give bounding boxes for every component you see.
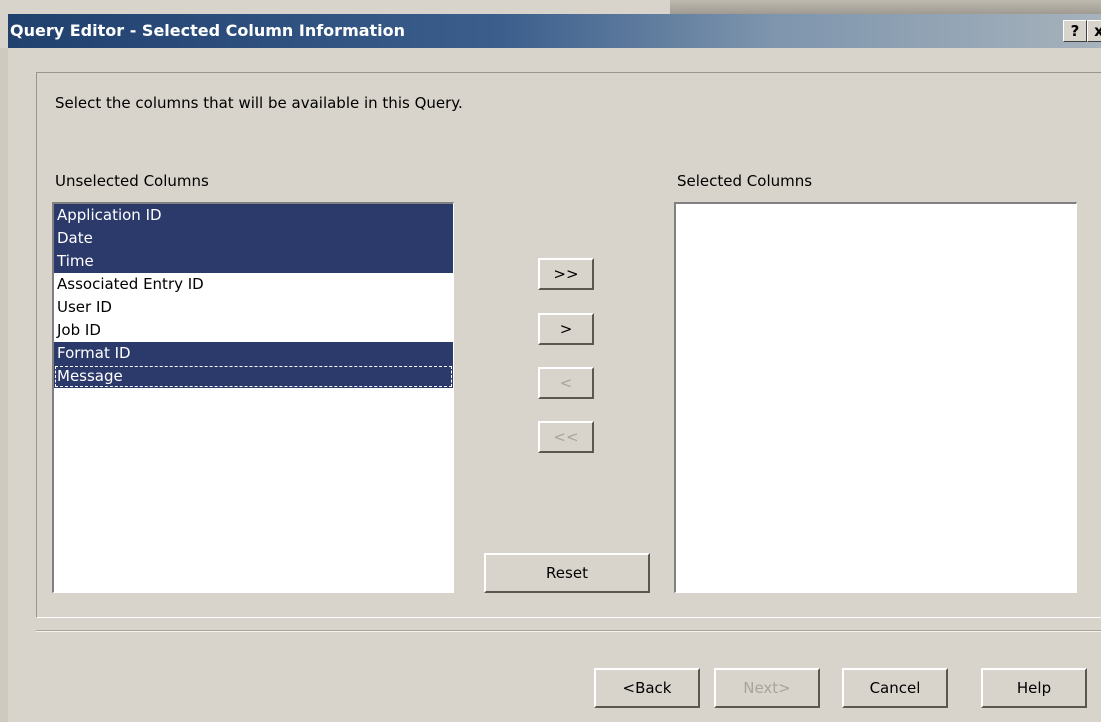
background-window-edge — [670, 0, 1101, 14]
remove-button[interactable]: < — [538, 367, 594, 399]
back-button[interactable]: <Back — [594, 668, 700, 708]
reset-button[interactable]: Reset — [484, 553, 650, 593]
dialog-left-edge — [0, 48, 8, 722]
next-button[interactable]: Next> — [714, 668, 820, 708]
unselected-columns-list[interactable]: Application ID Date Time Associated Entry I… — [52, 202, 454, 593]
list-item[interactable]: Format ID — [54, 342, 453, 365]
list-item[interactable]: Time — [54, 250, 453, 273]
add-button[interactable]: > — [538, 313, 594, 345]
selected-columns-list[interactable] — [674, 202, 1077, 593]
title-bar: Query Editor - Selected Column Informati… — [8, 14, 1101, 48]
help-button[interactable]: Help — [981, 668, 1087, 708]
list-item[interactable]: Message — [54, 365, 453, 388]
list-item[interactable]: Associated Entry ID — [54, 273, 453, 296]
help-question-icon[interactable]: ? — [1063, 20, 1087, 42]
remove-all-button[interactable]: << — [538, 421, 594, 453]
unselected-columns-label: Unselected Columns — [55, 172, 209, 190]
cancel-button[interactable]: Cancel — [842, 668, 948, 708]
instruction-text: Select the columns that will be availabl… — [55, 94, 463, 112]
footer-separator-highlight — [36, 631, 1101, 632]
list-item[interactable]: Application ID — [54, 204, 453, 227]
add-all-button[interactable]: >> — [538, 258, 594, 290]
list-item[interactable]: User ID — [54, 296, 453, 319]
window-title: Query Editor - Selected Column Informati… — [10, 21, 406, 40]
list-item[interactable]: Date — [54, 227, 453, 250]
list-item[interactable]: Job ID — [54, 319, 453, 342]
close-icon[interactable]: x — [1087, 20, 1101, 42]
selected-columns-label: Selected Columns — [677, 172, 813, 190]
